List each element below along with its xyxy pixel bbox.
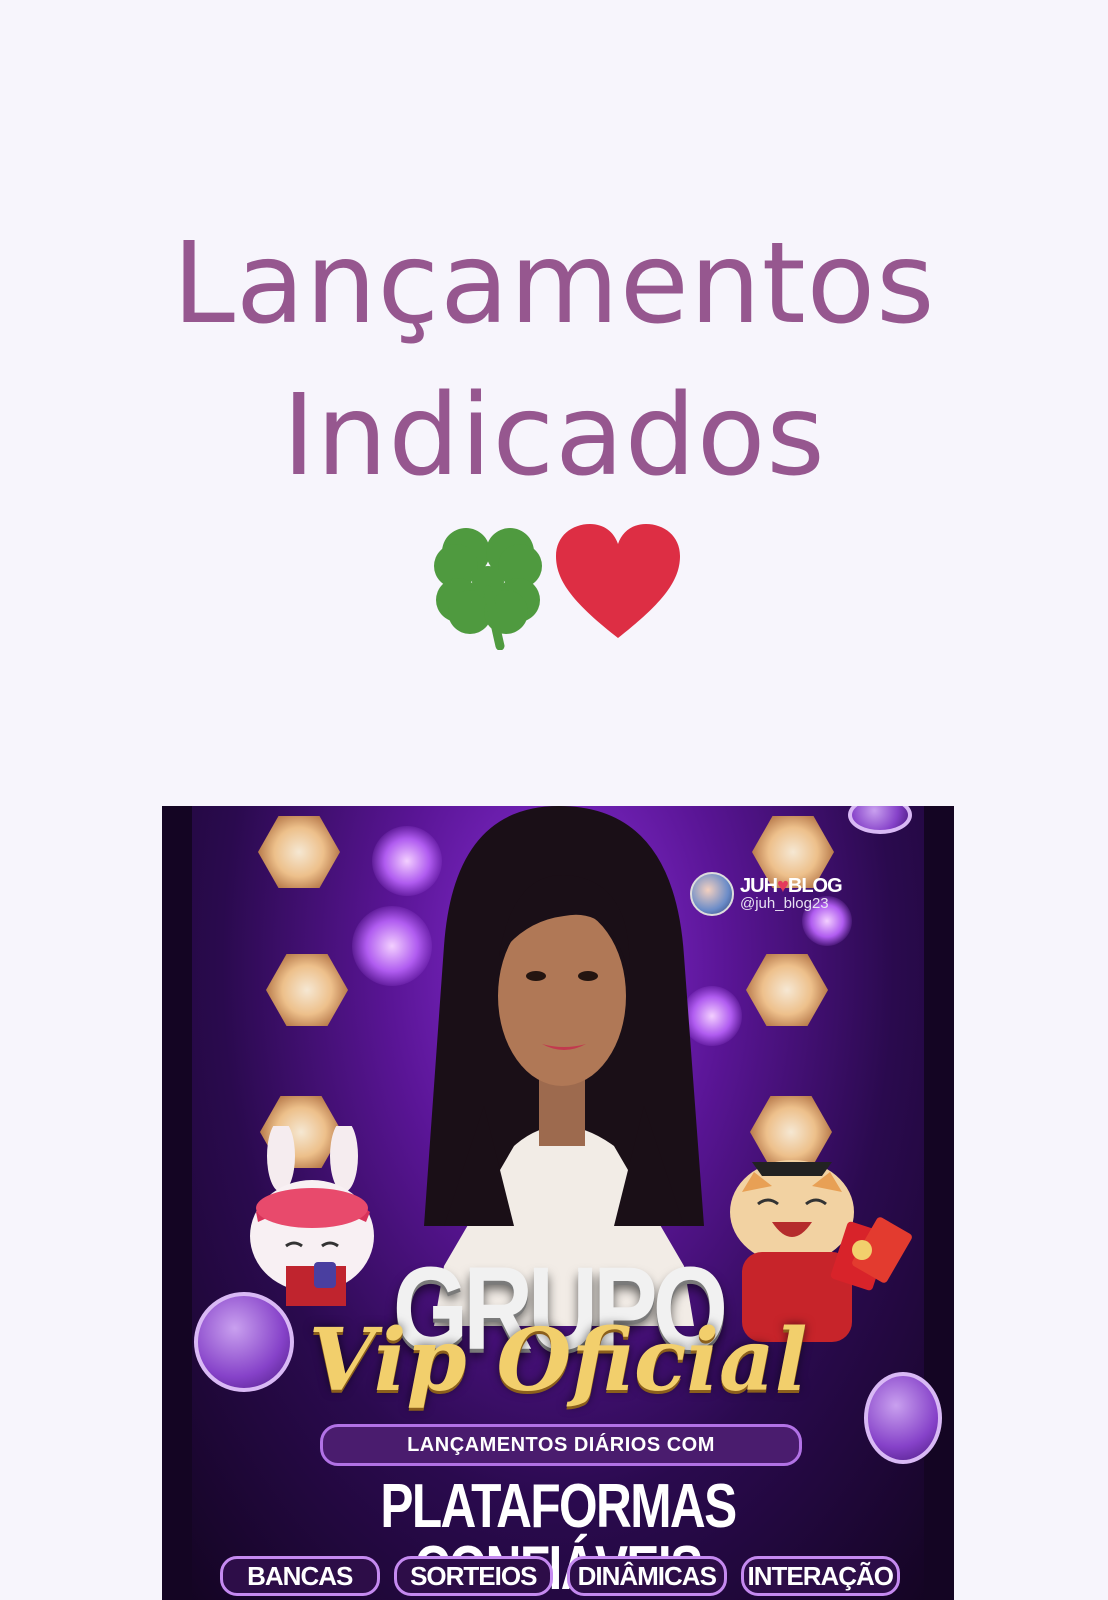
banner-edge-right: [924, 806, 954, 1600]
banner-pill: LANÇAMENTOS DIÁRIOS COM: [320, 1424, 802, 1466]
avatar: [690, 872, 734, 916]
hex-light: [746, 954, 828, 1026]
handle-username: @juh_blog23: [740, 895, 829, 912]
tag-interacao: INTERAÇÃO: [740, 1556, 900, 1596]
emoji-row: [0, 520, 1108, 650]
hex-light: [258, 816, 340, 888]
hex-light: [266, 954, 348, 1026]
tag-bancas: BANCAS: [220, 1556, 380, 1596]
page-title-line-2: Indicados: [282, 371, 826, 501]
page-title-line-1: Lançamentos: [172, 219, 936, 349]
four-leaf-clover-icon: [424, 520, 552, 650]
tag-dinamicas: DINÂMICAS: [567, 1556, 727, 1596]
handle-name-part1: JUH: [740, 875, 778, 897]
whatsapp-icon: [848, 806, 912, 834]
handle-name-part2: BLOG: [787, 875, 843, 897]
red-heart-icon: [552, 520, 684, 650]
banner-script-text: Vip Oficial: [308, 1310, 808, 1411]
banner-edge-left: [162, 806, 192, 1600]
promo-banner: JUH♥BLOG @juh_blog23 GRUPO Vip Oficial L…: [162, 806, 954, 1600]
heart-icon: ♥: [777, 875, 789, 897]
handle-name: JUH♥BLOG: [740, 875, 843, 897]
social-handle: JUH♥BLOG @juh_blog23: [690, 872, 843, 916]
tag-sorteios: SORTEIOS: [393, 1556, 553, 1596]
banner-tags: BANCAS SORTEIOS DINÂMICAS INTERAÇÃO: [220, 1556, 900, 1596]
